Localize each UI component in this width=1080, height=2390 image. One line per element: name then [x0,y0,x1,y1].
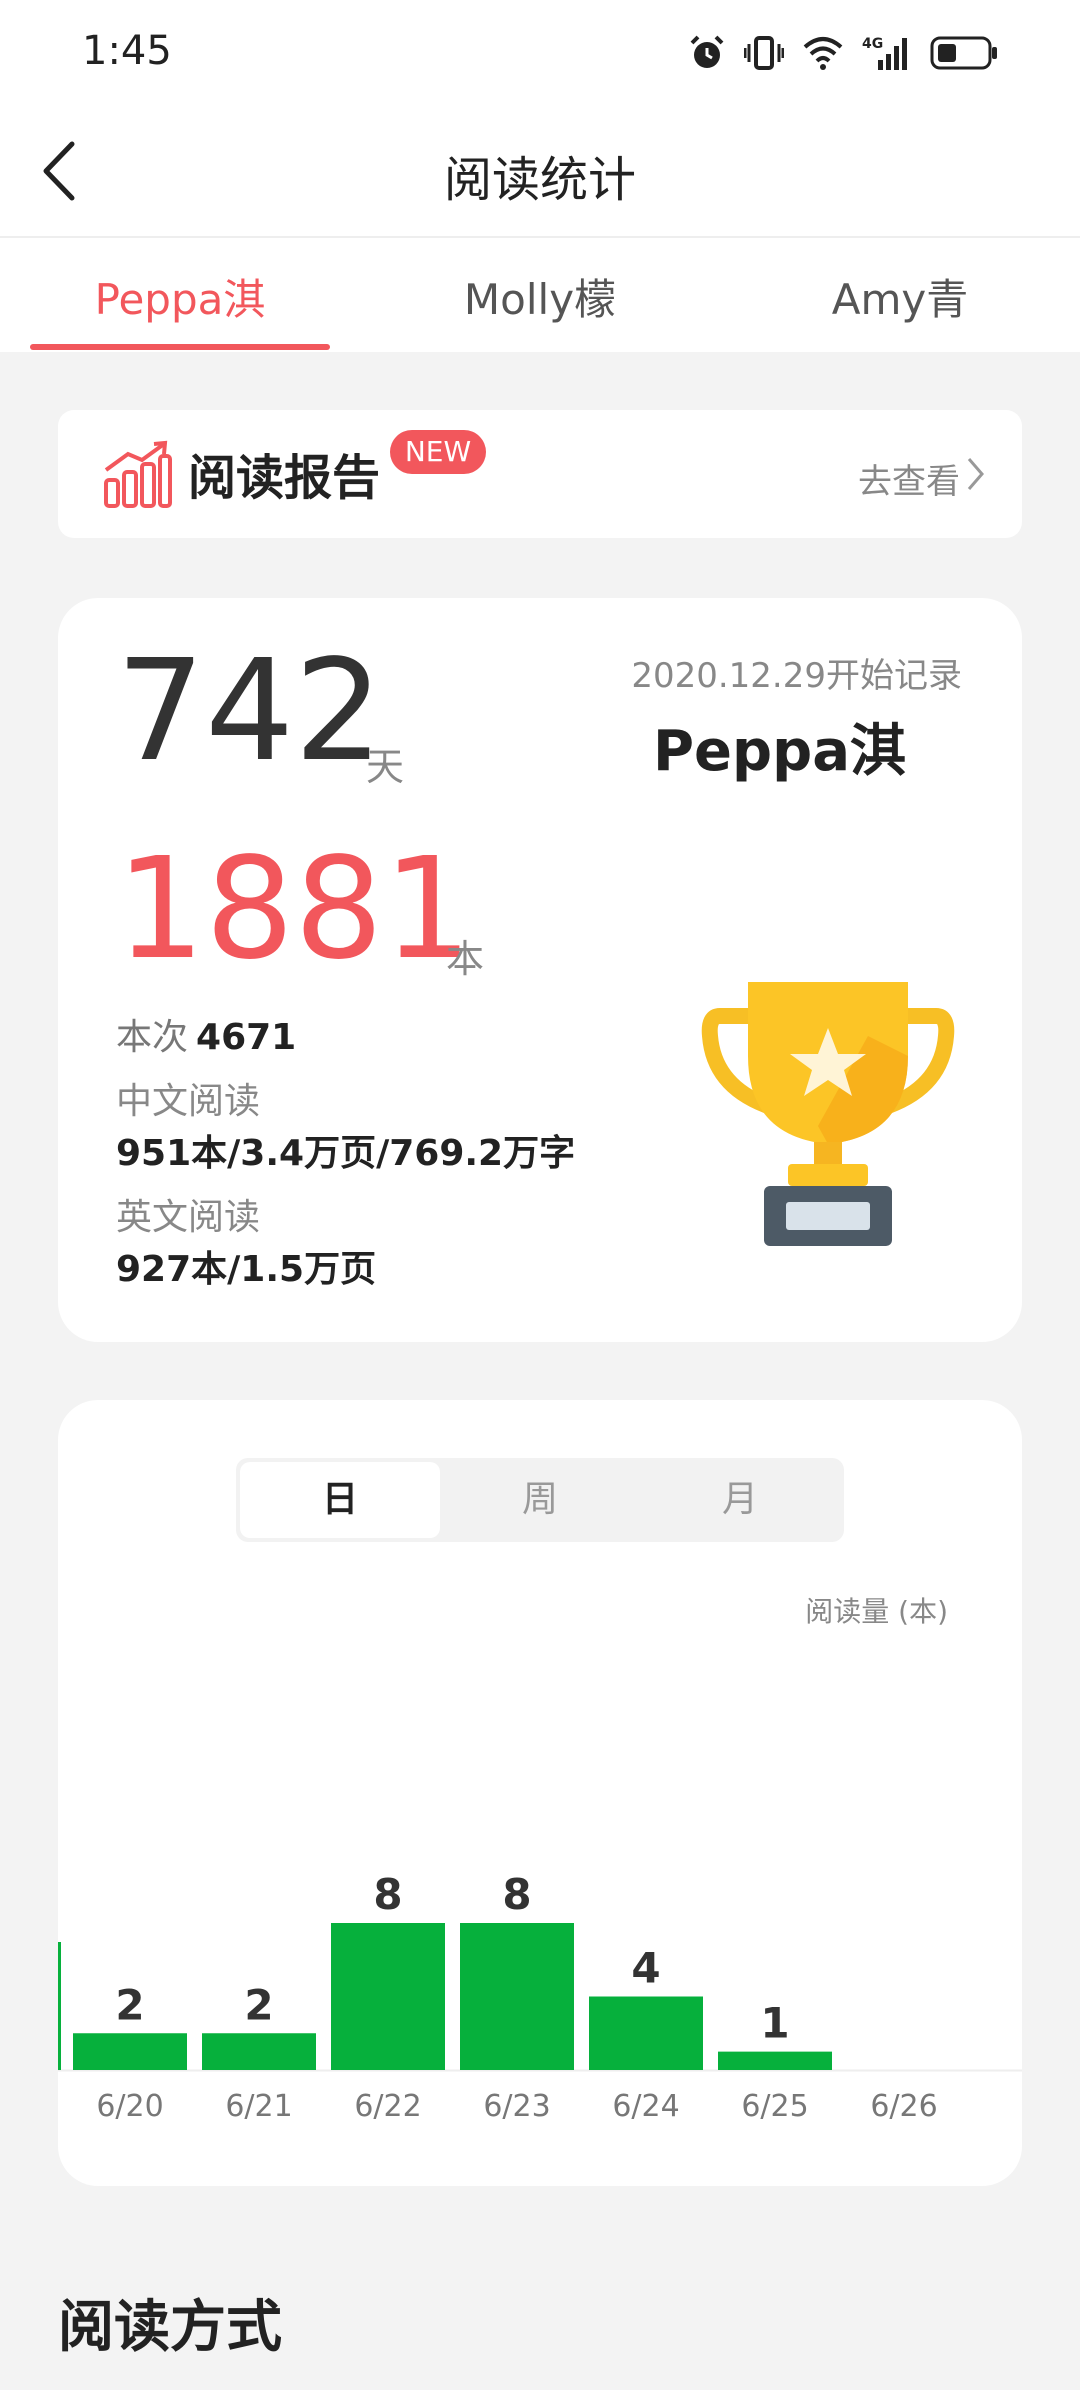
nav-divider [0,236,1080,238]
books-unit: 本 [446,937,485,981]
battery-icon [930,36,997,70]
x-tick-label: 6/26 [870,2089,937,2124]
x-tick-label: 6/20 [96,2089,163,2124]
x-tick-label: 6/23 [483,2089,550,2124]
tab-amy[interactable]: Amy青 [720,266,1080,327]
reading-stats-card: 742 天 1881 本 2020.12.29开始记录 Peppa淇 本次 467… [58,598,1022,1342]
english-reading-label: 英文阅读 [116,1197,261,1238]
x-tick-label: 6/25 [741,2089,808,2124]
chinese-reading-label: 中文阅读 [116,1081,261,1122]
chinese-reading-value: 951本/3.4万页/769.2万字 [116,1133,576,1174]
reading-method-section-title: 阅读方式 [58,2295,282,2360]
new-badge: NEW [390,430,486,474]
bar-value-label: 8 [373,1870,402,1919]
chevron-right-icon [967,458,984,490]
bar-6-24[interactable] [589,1996,703,2071]
books-count: 1881 [116,828,473,991]
view-report-link[interactable]: 去查看 [858,454,960,503]
session-label: 本次 [116,1017,189,1058]
page-title: 阅读统计 [443,152,636,208]
x-tick-label: 6/22 [354,2089,421,2124]
view-report-label: 去查看 [858,462,960,502]
svg-text:4G: 4G [862,36,883,52]
bar-value-label: 8 [502,1870,531,1919]
header: 1:45 4G 阅读统计 Peppa淇 Molly檬 Amy青 [0,0,1080,352]
bar-value-label: 2 [115,1980,144,2029]
tab-peppa[interactable]: Peppa淇 [0,266,360,327]
english-reading-value: 927本/1.5万页 [116,1249,377,1290]
bar-6-25[interactable] [718,2051,832,2070]
active-tab-indicator [30,344,330,350]
trophy-icon [701,982,955,1246]
partial-bar-edge [58,1942,61,2070]
tab-molly[interactable]: Molly檬 [360,266,720,327]
report-title: 阅读报告 [188,450,381,506]
report-chart-icon [104,440,172,508]
bar-6-22[interactable] [331,1923,445,2070]
reading-chart-card: 日 周 月 阅读量 (本) 2 6/20 2 6/21 8 6/22 8 6/23 4 6/24 1… [58,1400,1022,2186]
alarm-icon [690,35,724,68]
daily-reading-bar-chart: 2 6/20 2 6/21 8 6/22 8 6/23 4 6/24 1 6/25 6/26 [58,1870,1022,2124]
session-value: 4671 [196,1017,297,1058]
status-time: 1:45 [82,28,172,74]
x-tick-label: 6/21 [225,2089,292,2124]
reading-report-card[interactable]: 阅读报告 NEW 去查看 [58,410,1022,538]
session-stat: 本次 4671 [116,1008,296,1060]
vibrate-icon [744,36,784,70]
bar-value-label: 2 [244,1980,273,2029]
bar-6-21[interactable] [202,2033,316,2070]
signal-4g-icon: 4G [862,36,907,70]
wifi-icon [803,37,843,70]
days-unit: 天 [366,745,405,789]
x-tick-label: 6/24 [612,2089,679,2124]
status-icons: 4G [688,30,1000,76]
bar-value-label: 4 [631,1944,660,1993]
bar-value-label: 1 [760,1999,789,2048]
child-name: Peppa淇 [653,719,906,784]
reading-days-count: 742 [116,630,384,793]
bar-6-20[interactable] [73,2033,187,2070]
record-start-date: 2020.12.29开始记录 [631,656,962,696]
bar-6-23[interactable] [460,1923,574,2070]
